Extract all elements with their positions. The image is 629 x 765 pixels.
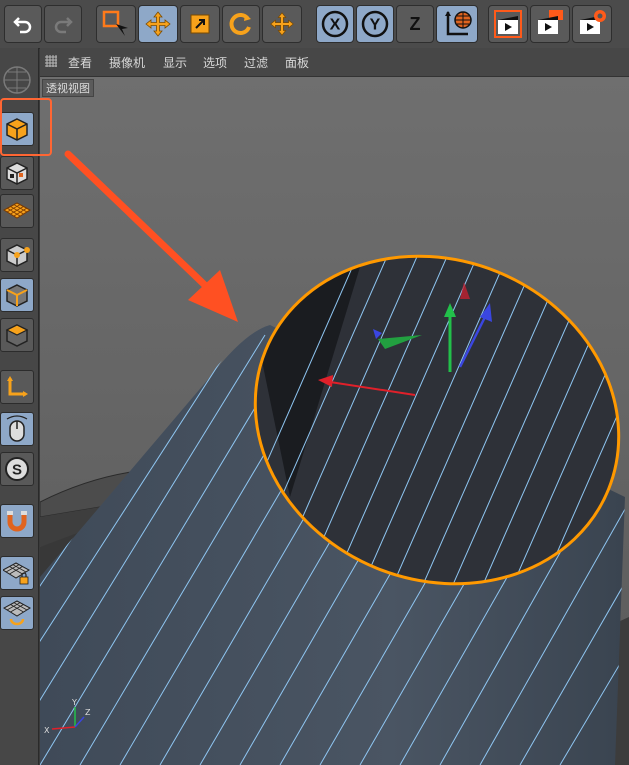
menu-options[interactable]: 选项 [203,54,227,71]
world-coordinate-icon [445,11,472,36]
tweak-mode-button[interactable] [0,412,34,446]
menu-view[interactable]: 查看 [68,54,92,71]
world-coordinate-button[interactable] [436,5,478,43]
edges-mode-icon [6,284,28,307]
x-axis-lock-button[interactable]: X [316,5,354,43]
scale-tool-button[interactable] [180,5,220,43]
annotation-arrow [64,150,238,322]
axis-x-label: X [330,17,341,34]
render-picture-viewer-button[interactable] [530,5,570,43]
render-view-icon [494,10,522,38]
axis-y-label: Y [370,17,381,34]
render-settings-button[interactable] [572,5,612,43]
render-settings-icon [580,10,606,34]
workplane-icon [3,202,31,219]
axis-z-label: Z [410,14,421,34]
texture-mode-button[interactable] [0,156,34,190]
make-editable-button[interactable] [0,56,34,96]
rotate-tool-button[interactable] [222,5,260,43]
make-editable-icon [3,66,31,94]
world-axis-z-label: Z [85,708,91,717]
live-selection-button[interactable] [96,5,136,43]
render-view-button[interactable] [488,5,528,43]
recent-tool-icon [270,12,294,36]
tweak-mode-icon [6,415,28,442]
x-axis-lock-icon: X [321,10,349,38]
menu-display[interactable]: 显示 [163,54,187,71]
menu-panel[interactable]: 面板 [285,54,309,71]
redo-button[interactable] [44,5,82,43]
workplane-button[interactable] [0,194,34,228]
scale-icon [190,14,210,34]
axis-mode-icon [7,376,28,397]
polygons-mode-icon [5,324,29,347]
undo-icon [13,17,32,34]
workplane-rotate-icon [3,600,31,626]
viewport-menubar: 查看 摄像机 显示 选项 过滤 面板 [40,48,629,77]
points-mode-button[interactable] [0,238,34,272]
recent-tool-button[interactable] [262,5,302,43]
y-axis-lock-button[interactable]: Y [356,5,394,43]
highlight-box [0,98,52,156]
edges-mode-button[interactable] [0,278,34,312]
world-axis-x-label: X [44,726,50,735]
move-icon [145,11,171,37]
move-tool-button[interactable] [138,5,178,43]
axis-mode-button[interactable] [0,370,34,404]
menu-filter[interactable]: 过滤 [244,54,268,71]
solo-button[interactable]: S [0,452,34,486]
rotate-icon [229,13,251,35]
solo-icon: S [5,457,29,481]
lock-workplane-icon [3,562,31,585]
live-selection-icon [102,10,128,36]
main-toolbar: X Y Z [0,0,629,49]
texture-mode-icon [6,162,28,185]
undo-button[interactable] [4,5,42,43]
y-axis-lock-icon: Y [361,10,389,38]
points-mode-icon [6,244,30,267]
snapping-icon [7,511,27,532]
menu-camera[interactable]: 摄像机 [109,54,145,71]
viewport-grip-icon[interactable] [44,53,58,67]
viewport-title: 透视视图 [42,79,94,97]
z-axis-lock-button[interactable]: Z [396,5,434,43]
svg-text:S: S [12,462,22,479]
polygons-mode-button[interactable] [0,318,34,352]
world-axis-y-label: Y [71,698,77,707]
render-picture-viewer-icon [538,10,563,34]
workplane-rotate-button[interactable] [0,596,34,630]
lock-workplane-button[interactable] [0,556,34,590]
snapping-button[interactable] [0,504,34,538]
redo-icon [54,17,73,34]
z-axis-lock-icon: Z [410,14,421,34]
